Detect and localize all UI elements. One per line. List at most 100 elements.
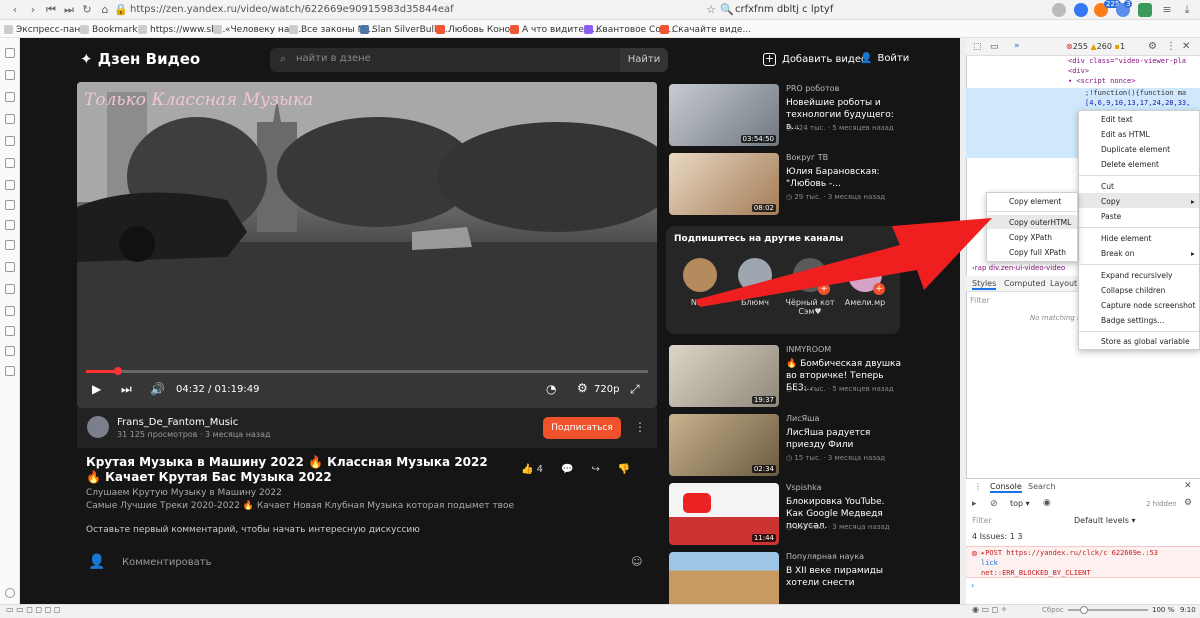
bookmark-item[interactable]: Bookmarks: [80, 23, 142, 36]
channel-suggestion[interactable]: + Амели.мр: [838, 258, 892, 307]
plus-icon[interactable]: +: [873, 283, 885, 295]
clear-console-icon[interactable]: ⊘: [990, 499, 998, 509]
settings-icon[interactable]: ⚙: [577, 381, 588, 395]
progress-handle[interactable]: [114, 367, 122, 375]
menu-item[interactable]: Copy full XPath: [1009, 248, 1066, 257]
extension-icon[interactable]: [1138, 3, 1152, 17]
channel-name[interactable]: Frans_De_Fantom_Music: [117, 417, 238, 428]
like-button[interactable]: 👍 4: [521, 464, 543, 475]
sidebar-reading-icon[interactable]: [5, 70, 15, 80]
media-next-icon[interactable]: ⏭: [62, 3, 76, 17]
sidebar-download-icon[interactable]: [5, 92, 15, 102]
menu-item[interactable]: Copy outerHTML: [1009, 218, 1071, 227]
video-player[interactable]: [77, 82, 657, 408]
sidebar-history-icon[interactable]: [5, 114, 15, 124]
forward-icon[interactable]: ›: [26, 3, 40, 17]
avatar[interactable]: [87, 416, 109, 438]
fullscreen-icon[interactable]: ⤢: [630, 382, 640, 397]
home-icon[interactable]: ⌂: [98, 3, 112, 17]
menu-item[interactable]: Paste: [1101, 212, 1121, 221]
play-icon[interactable]: ▶: [92, 382, 101, 396]
bookmark-item[interactable]: Любовь Коно...: [436, 23, 519, 36]
sidebar-page-icon[interactable]: [5, 346, 15, 356]
list-item[interactable]: 19:37 INMYROOM 🔥 Бомбическая двушка во в…: [669, 345, 901, 407]
more-icon[interactable]: ⋮: [634, 420, 646, 434]
console-prompt[interactable]: ›: [971, 581, 974, 590]
add-video-button[interactable]: + Добавить видео: [763, 53, 867, 66]
logo[interactable]: ✦ Дзен Видео: [80, 50, 200, 68]
sidebar-extension-icon[interactable]: [5, 262, 15, 272]
more-icon[interactable]: ⋮: [1166, 41, 1176, 52]
search-button[interactable]: Найти: [620, 48, 668, 72]
menu-item[interactable]: Store as global variable: [1101, 337, 1190, 346]
tab-layout[interactable]: Layout: [1050, 279, 1077, 288]
settings-icon[interactable]: ⚙: [1148, 41, 1157, 52]
console-filter[interactable]: Filter: [972, 516, 992, 525]
dom-node[interactable]: [4,6,9,10,13,17,24,28,33,: [1085, 99, 1190, 107]
dom-node[interactable]: <div class="video-viewer-pla: [1068, 57, 1186, 65]
list-item[interactable]: 08:02 Вокруг ТВ Юлия Барановская: "Любов…: [669, 153, 899, 215]
menu-item[interactable]: Copy: [1101, 197, 1120, 206]
emoji-icon[interactable]: ☺: [631, 555, 642, 568]
sidebar-toggle-icon[interactable]: ▸: [972, 499, 977, 509]
panel-toggle-icon[interactable]: ▭ ▭ ◻ ◻ ◻ ◻: [6, 605, 60, 614]
channel-suggestion[interactable]: + Блюмч: [728, 258, 782, 307]
sidebar-calendar-icon[interactable]: [5, 200, 15, 210]
menu-item[interactable]: Break on: [1101, 249, 1134, 258]
menu-item[interactable]: Copy element: [1009, 197, 1061, 206]
tab-console[interactable]: Console: [990, 482, 1022, 493]
sidebar-page-icon[interactable]: [5, 326, 15, 336]
next-icon[interactable]: ⏭: [121, 382, 132, 397]
error-text[interactable]: ▸POST https://yandex.ru/clck/c 622669e.:…: [981, 549, 1158, 557]
breadcrumb[interactable]: ‹rap div.zen-ui-video-video: [972, 264, 1065, 272]
close-icon[interactable]: ✕: [1184, 481, 1192, 491]
tab-styles[interactable]: Styles: [972, 279, 997, 290]
menu-item[interactable]: Collapse children: [1101, 286, 1165, 295]
menu-item[interactable]: Delete element: [1101, 160, 1159, 169]
more-tabs-icon[interactable]: »: [1014, 41, 1020, 51]
zoom-handle[interactable]: [1080, 606, 1088, 614]
tab-search[interactable]: Search: [1028, 482, 1055, 491]
sidebar-bookmark-icon[interactable]: [5, 48, 15, 58]
sidebar-page-icon[interactable]: [5, 306, 15, 316]
device-icon[interactable]: ▭: [990, 42, 999, 52]
sidebar-translate-icon[interactable]: [5, 220, 15, 230]
menu-item[interactable]: Capture node screenshot: [1101, 301, 1195, 310]
issues-link[interactable]: 4 Issues: 1 3: [972, 532, 1022, 541]
camera-icon[interactable]: ◉ ▭ ◻ ✧: [972, 605, 1008, 614]
sidebar-feed-icon[interactable]: [5, 240, 15, 250]
menu-item[interactable]: Hide element: [1101, 234, 1151, 243]
menu-icon[interactable]: ≡: [1160, 3, 1174, 17]
menu-item[interactable]: Cut: [1101, 182, 1114, 191]
list-item[interactable]: 02:34 ЛисЯша ЛисЯша радуется приезду Фил…: [669, 414, 899, 476]
download-icon[interactable]: ⤓: [1180, 3, 1194, 17]
bookmark-icon[interactable]: ☆: [704, 3, 718, 17]
browser-search-field[interactable]: crfxfnm dbltj c lptyf: [735, 3, 1035, 17]
styles-filter[interactable]: Filter: [970, 296, 990, 305]
extension-icon[interactable]: [1074, 3, 1088, 17]
bookmark-item[interactable]: Скачайте виде...: [660, 23, 751, 36]
progress-bar[interactable]: [86, 370, 648, 373]
sidebar-mail-icon[interactable]: [5, 180, 15, 190]
login-button[interactable]: 👤 Войти: [860, 53, 909, 64]
channel-suggestion[interactable]: + Чёрный кот Сэм♥: [783, 258, 837, 316]
back-icon[interactable]: ‹: [8, 3, 22, 17]
share-icon[interactable]: ↪: [591, 464, 599, 475]
sidebar-window-icon[interactable]: [5, 158, 15, 168]
plus-icon[interactable]: +: [818, 283, 830, 295]
sidebar-add-icon[interactable]: [5, 366, 15, 376]
error-link[interactable]: lick: [981, 559, 998, 567]
plus-icon[interactable]: +: [763, 283, 775, 295]
address-bar[interactable]: https://zen.yandex.ru/video/watch/622669…: [130, 3, 710, 17]
volume-icon[interactable]: 🔊: [150, 382, 165, 396]
settings-icon[interactable]: ⚙: [1184, 498, 1192, 508]
drawer-menu-icon[interactable]: ⋮: [974, 482, 982, 491]
inspect-icon[interactable]: ⬚: [973, 42, 982, 52]
dom-node[interactable]: ▾ <script nonce>: [1068, 77, 1135, 85]
settings-icon[interactable]: [5, 588, 15, 598]
zoom-reset[interactable]: Сброс: [1042, 606, 1064, 614]
profile-icon[interactable]: [1052, 3, 1066, 17]
context-select[interactable]: top ▾: [1010, 499, 1030, 508]
eye-icon[interactable]: ◉: [1043, 498, 1051, 508]
menu-item[interactable]: Edit as HTML: [1101, 130, 1150, 139]
